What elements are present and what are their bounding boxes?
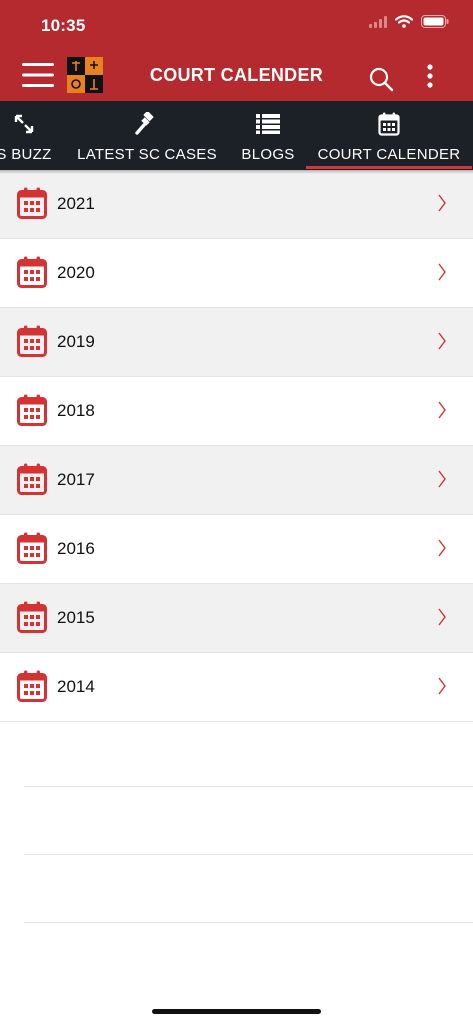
cellular-signal-icon — [369, 15, 387, 28]
calendar-icon — [17, 394, 47, 426]
list-item-2020[interactable]: 2020 — [0, 239, 473, 308]
tab-label: S BUZZ — [0, 146, 52, 163]
list-item-2018[interactable]: 2018 — [0, 377, 473, 446]
list-icon — [256, 114, 280, 134]
active-tab-indicator — [306, 166, 472, 169]
chevron-right-icon — [438, 677, 446, 695]
empty-row-divider — [24, 922, 473, 923]
tab-blogs[interactable]: BLOGS — [238, 101, 298, 170]
chevron-right-icon — [438, 470, 446, 488]
year-label: 2014 — [57, 677, 95, 696]
calendar-icon — [17, 325, 47, 357]
search-icon[interactable] — [368, 66, 394, 92]
calendar-icon — [17, 187, 47, 219]
tab-label: BLOGS — [241, 146, 295, 163]
list-item-2015[interactable]: 2015 — [0, 584, 473, 653]
year-label: 2016 — [57, 539, 95, 558]
home-indicator[interactable] — [152, 1009, 321, 1014]
calendar-icon — [17, 601, 47, 633]
status-icons — [369, 15, 449, 28]
year-label: 2018 — [57, 401, 95, 420]
year-label: 2015 — [57, 608, 95, 627]
more-vertical-icon[interactable] — [420, 63, 440, 89]
empty-row-divider — [24, 854, 473, 855]
wifi-icon — [395, 15, 413, 28]
list-item-2021[interactable]: 2021 — [0, 170, 473, 239]
tab-court-calender[interactable]: COURT CALENDER — [306, 101, 472, 170]
chevron-right-icon — [438, 263, 446, 281]
empty-row-divider — [24, 786, 473, 787]
list-item-2014[interactable]: 2014 — [0, 653, 473, 722]
tab-label: COURT CALENDER — [317, 146, 461, 163]
page-title: COURT CALENDER — [149, 65, 324, 85]
arrows-icon — [14, 114, 34, 134]
year-list: 2021 2020 2019 2018 2017 2016 2015 2014 — [0, 170, 473, 722]
chevron-right-icon — [438, 401, 446, 419]
calendar-icon — [17, 256, 47, 288]
battery-icon — [421, 15, 449, 28]
calendar-icon — [378, 112, 400, 136]
year-label: 2020 — [57, 263, 95, 282]
gavel-icon — [135, 112, 154, 135]
year-label: 2017 — [57, 470, 95, 489]
list-item-2017[interactable]: 2017 — [0, 446, 473, 515]
list-item-2016[interactable]: 2016 — [0, 515, 473, 584]
tab-news-buzz[interactable]: S BUZZ — [0, 101, 60, 170]
calendar-icon — [17, 532, 47, 564]
tab-bar: S BUZZ LATEST SC CASES BLOGS COURT CALEN… — [0, 101, 473, 170]
chevron-right-icon — [438, 194, 446, 212]
tab-latest-sc-cases[interactable]: LATEST SC CASES — [76, 101, 218, 170]
calendar-icon — [17, 670, 47, 702]
year-label: 2019 — [57, 332, 95, 351]
chevron-right-icon — [438, 332, 446, 350]
chevron-right-icon — [438, 608, 446, 626]
list-item-2019[interactable]: 2019 — [0, 308, 473, 377]
tab-label: LATEST SC CASES — [77, 146, 217, 163]
status-time: 10:35 — [41, 16, 86, 35]
tab-bar-shadow — [0, 170, 473, 174]
calendar-icon — [17, 463, 47, 495]
app-header: 10:35 COURT CALENDER — [0, 0, 473, 101]
chevron-right-icon — [438, 539, 446, 557]
year-label: 2021 — [57, 194, 95, 213]
